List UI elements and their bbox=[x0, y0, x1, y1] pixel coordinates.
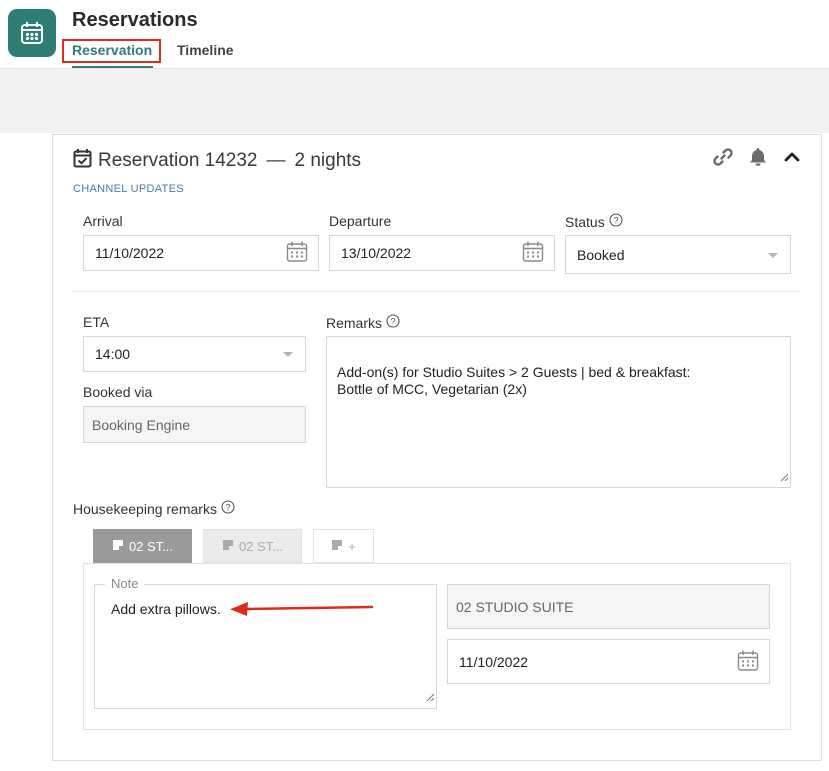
arrival-label-text: Arrival bbox=[83, 213, 123, 229]
housekeeping-tab-2[interactable]: 02 ST... bbox=[203, 529, 302, 563]
link-icon[interactable] bbox=[712, 146, 734, 173]
housekeeping-tab-1[interactable]: 02 ST... bbox=[93, 529, 192, 563]
housekeeping-label-text: Housekeeping remarks bbox=[73, 500, 217, 517]
bell-icon[interactable] bbox=[748, 146, 768, 173]
calendar-icon[interactable] bbox=[521, 240, 545, 267]
add-housekeeping-note-button[interactable]: + bbox=[313, 529, 374, 563]
departure-date-value: 13/10/2022 bbox=[341, 245, 412, 261]
resize-handle-icon[interactable] bbox=[426, 688, 435, 706]
dropdown-caret-icon bbox=[768, 252, 778, 258]
reservation-header: Reservation 14232 — 2 nights bbox=[73, 148, 361, 173]
note-legend: Note bbox=[105, 576, 145, 591]
housekeeping-tab-2-label: 02 ST... bbox=[238, 538, 284, 554]
booked-via-field: Booking Engine bbox=[83, 406, 306, 443]
remarks-label: Remarks ? bbox=[326, 314, 400, 331]
eta-label-text: ETA bbox=[83, 314, 110, 330]
calendar-icon[interactable] bbox=[285, 240, 309, 267]
remarks-text: Add-on(s) for Studio Suites > 2 Guests |… bbox=[337, 364, 691, 397]
housekeeping-date-value: 11/10/2022 bbox=[459, 653, 529, 670]
departure-date-input[interactable]: 13/10/2022 bbox=[329, 235, 555, 271]
status-select[interactable]: Booked bbox=[565, 235, 791, 274]
calendar-icon[interactable] bbox=[736, 648, 760, 675]
housekeeping-date-input[interactable]: 11/10/2022 bbox=[447, 639, 770, 684]
card-actions bbox=[712, 146, 802, 173]
red-arrow-annotation bbox=[230, 602, 374, 616]
room-field: 02 STUDIO SUITE bbox=[447, 584, 770, 629]
status-value: Booked bbox=[577, 246, 625, 263]
calendar-check-icon bbox=[73, 148, 92, 173]
svg-text:?: ? bbox=[391, 316, 396, 326]
toolbar-band bbox=[0, 69, 829, 133]
add-note-plus: + bbox=[348, 538, 356, 554]
eta-value: 14:00 bbox=[95, 346, 131, 362]
status-label: Status ? bbox=[565, 213, 623, 230]
chevron-up-icon[interactable] bbox=[782, 147, 802, 172]
housekeeping-label: Housekeeping remarks ? bbox=[73, 500, 235, 517]
reservation-title: Reservation 14232 bbox=[98, 149, 258, 171]
dropdown-caret-icon bbox=[283, 352, 293, 357]
section-divider bbox=[73, 291, 800, 292]
svg-text:?: ? bbox=[225, 502, 230, 512]
svg-text:?: ? bbox=[613, 215, 618, 225]
status-label-text: Status bbox=[565, 213, 605, 230]
help-icon[interactable]: ? bbox=[221, 500, 235, 517]
booked-via-label-text: Booked via bbox=[83, 384, 153, 400]
remarks-textarea[interactable]: Add-on(s) for Studio Suites > 2 Guests |… bbox=[326, 336, 791, 488]
note-icon bbox=[112, 539, 124, 554]
room-value: 02 STUDIO SUITE bbox=[456, 598, 574, 615]
help-icon[interactable]: ? bbox=[386, 314, 400, 331]
page-title: Reservations bbox=[72, 9, 198, 31]
tab-timeline[interactable]: Timeline bbox=[177, 42, 234, 58]
departure-label: Departure bbox=[329, 213, 391, 229]
note-icon bbox=[222, 539, 234, 554]
arrival-date-value: 11/10/2022 bbox=[95, 245, 165, 261]
remarks-label-text: Remarks bbox=[326, 314, 383, 331]
tab-highlight-box bbox=[62, 39, 161, 63]
housekeeping-tab-1-label: 02 ST... bbox=[128, 538, 174, 554]
booked-via-value: Booking Engine bbox=[92, 416, 191, 433]
help-icon[interactable]: ? bbox=[609, 213, 623, 230]
arrival-label: Arrival bbox=[83, 213, 123, 229]
arrival-date-input[interactable]: 11/10/2022 bbox=[83, 235, 319, 271]
eta-select[interactable]: 14:00 bbox=[83, 336, 306, 372]
note-text: Add extra pillows. bbox=[111, 601, 221, 617]
note-icon bbox=[331, 539, 343, 554]
booked-via-label: Booked via bbox=[83, 384, 152, 400]
channel-updates-link[interactable]: CHANNEL UPDATES bbox=[73, 183, 184, 195]
departure-label-text: Departure bbox=[329, 213, 392, 229]
title-separator: — bbox=[266, 149, 286, 171]
reservation-nights: 2 nights bbox=[294, 149, 362, 171]
resize-handle-icon[interactable] bbox=[780, 451, 789, 485]
app-calendar-icon bbox=[8, 9, 56, 57]
eta-label: ETA bbox=[83, 314, 109, 330]
